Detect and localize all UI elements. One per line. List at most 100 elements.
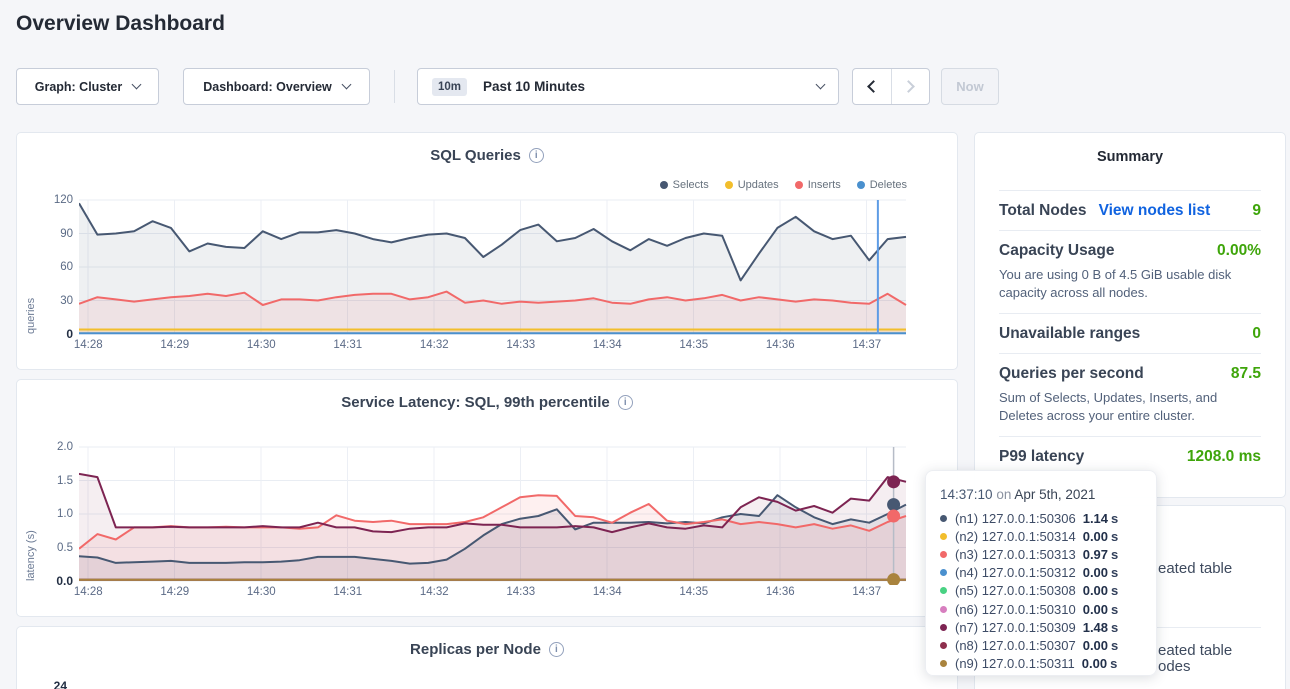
now-button[interactable]: Now [941, 68, 999, 105]
chevron-down-icon [132, 80, 142, 90]
node-latency-unit: s [1111, 583, 1118, 598]
y-axis-title: queries [25, 200, 37, 334]
summary-row-label: P99 latency [999, 448, 1084, 466]
replicas-per-node-card: Replicas per Node i 24 [16, 626, 958, 689]
node-latency-unit: s [1111, 638, 1118, 653]
summary-row-label: Capacity Usage [999, 242, 1114, 260]
x-tick-label: 14:35 [651, 586, 738, 598]
node-address: (n7) 127.0.0.1:50309 [955, 620, 1076, 635]
node-latency-value: 0.00 [1083, 529, 1108, 544]
y-tick-label: 2.0 [57, 440, 73, 454]
y-tick-label: 120 [54, 193, 73, 207]
chevron-left-icon [867, 80, 880, 93]
x-axis-ticks: 14:2814:2914:3014:3114:3214:3314:3414:35… [45, 586, 910, 598]
chart-title-row: Service Latency: SQL, 99th percentile i [17, 394, 957, 411]
time-next-button[interactable] [891, 69, 930, 104]
legend-label: Selects [673, 179, 709, 191]
y-tick-label: 0.5 [57, 541, 73, 555]
service-latency-chart[interactable] [79, 444, 909, 585]
node-latency-unit: s [1111, 547, 1118, 562]
summary-row-value: 87.5 [1231, 365, 1261, 383]
node-latency-unit: s [1111, 565, 1118, 580]
info-icon[interactable]: i [529, 148, 544, 163]
legend-dot-icon [725, 181, 733, 189]
x-tick-label: 14:31 [305, 586, 392, 598]
time-range-label: Past 10 Minutes [483, 79, 585, 94]
node-latency-value: 1.48 [1083, 620, 1108, 635]
legend-item[interactable]: Deletes [857, 179, 907, 191]
y-tick-label: 1.0 [57, 507, 73, 521]
y-tick-label: 90 [60, 227, 73, 241]
node-address: (n8) 127.0.0.1:50307 [955, 638, 1076, 653]
tooltip-node-row: (n9) 127.0.0.1:50311 0.00 s [940, 655, 1156, 673]
legend-item[interactable]: Inserts [795, 179, 841, 191]
chart-title-row: Replicas per Node i [17, 641, 957, 658]
summary-row-description: You are using 0 B of 4.5 GiB usable disk… [999, 266, 1261, 303]
y-tick-label: 24 [17, 679, 67, 689]
node-latency-unit: s [1111, 602, 1118, 617]
time-range-badge: 10m [432, 78, 467, 96]
info-icon[interactable]: i [618, 395, 633, 410]
time-range-picker[interactable]: 10m Past 10 Minutes [417, 68, 839, 105]
x-tick-label: 14:30 [218, 339, 305, 351]
summary-row: Total Nodes View nodes list 9 [999, 190, 1261, 230]
series-dot-icon [940, 642, 947, 649]
chevron-down-icon [341, 80, 351, 90]
x-tick-label: 14:29 [132, 339, 219, 351]
legend-label: Inserts [808, 179, 841, 191]
node-address: (n6) 127.0.0.1:50310 [955, 602, 1076, 617]
service-latency-card: Service Latency: SQL, 99th percentile i … [16, 379, 958, 617]
summary-row-value: 9 [1252, 202, 1261, 220]
x-tick-label: 14:32 [391, 586, 478, 598]
series-dot-icon [940, 606, 947, 613]
summary-panel: Summary Total Nodes View nodes list 9 Ca… [974, 132, 1286, 498]
time-prev-button[interactable] [853, 69, 891, 104]
series-dot-icon [940, 624, 947, 631]
node-latency-unit: s [1110, 656, 1117, 671]
x-tick-label: 14:36 [737, 586, 824, 598]
event-text-fragment: eated table [1158, 561, 1232, 576]
tooltip-node-row: (n3) 127.0.0.1:50313 0.97 s [940, 545, 1156, 563]
tooltip-node-row: (n6) 127.0.0.1:50310 0.00 s [940, 600, 1156, 618]
y-tick-label: 30 [60, 294, 73, 308]
sql-queries-chart[interactable] [79, 197, 909, 338]
node-address: (n4) 127.0.0.1:50312 [955, 565, 1076, 580]
x-tick-label: 14:34 [564, 586, 651, 598]
node-latency-value: 1.14 [1083, 511, 1108, 526]
legend-item[interactable]: Selects [660, 179, 709, 191]
sql-queries-card: SQL Queries i Selects Updates Inserts [16, 132, 958, 370]
node-latency-unit: s [1111, 529, 1118, 544]
legend-label: Deletes [870, 179, 907, 191]
y-tick-label: 1.5 [57, 474, 73, 488]
series-dot-icon [940, 569, 947, 576]
graph-dropdown[interactable]: Graph: Cluster [16, 68, 159, 105]
chart-title: SQL Queries [430, 147, 521, 164]
summary-row: Capacity Usage 0.00% You are using 0 B o… [999, 230, 1261, 313]
controls-divider [394, 70, 395, 103]
chart-title-row: SQL Queries i [17, 147, 957, 164]
info-icon[interactable]: i [549, 642, 564, 657]
view-nodes-link[interactable]: View nodes list [1099, 202, 1211, 220]
node-address: (n9) 127.0.0.1:50311 [955, 656, 1075, 671]
summary-row-value: 1208.0 ms [1187, 448, 1261, 466]
summary-row: Queries per second 87.5 Sum of Selects, … [999, 353, 1261, 436]
tooltip-node-row: (n1) 127.0.0.1:50306 1.14 s [940, 509, 1156, 527]
chart-title: Replicas per Node [410, 641, 541, 658]
legend-dot-icon [660, 181, 668, 189]
node-latency-value: 0.00 [1083, 638, 1108, 653]
legend-item[interactable]: Updates [725, 179, 779, 191]
tooltip-time: 14:37:10 [940, 487, 993, 502]
dashboard-dropdown[interactable]: Dashboard: Overview [183, 68, 370, 105]
chart-title: Service Latency: SQL, 99th percentile [341, 394, 609, 411]
x-tick-label: 14:36 [737, 339, 824, 351]
node-address: (n2) 127.0.0.1:50314 [955, 529, 1076, 544]
summary-row-label: Total Nodes [999, 202, 1087, 220]
tooltip-node-row: (n5) 127.0.0.1:50308 0.00 s [940, 582, 1156, 600]
summary-title: Summary [975, 149, 1285, 165]
series-dot-icon [940, 551, 947, 558]
series-dot-icon [940, 533, 947, 540]
summary-row: Unavailable ranges 0 [999, 313, 1261, 353]
tooltip-date: Apr 5th, 2021 [1014, 487, 1095, 502]
tooltip-node-row: (n2) 127.0.0.1:50314 0.00 s [940, 527, 1156, 545]
x-tick-label: 14:28 [45, 339, 132, 351]
